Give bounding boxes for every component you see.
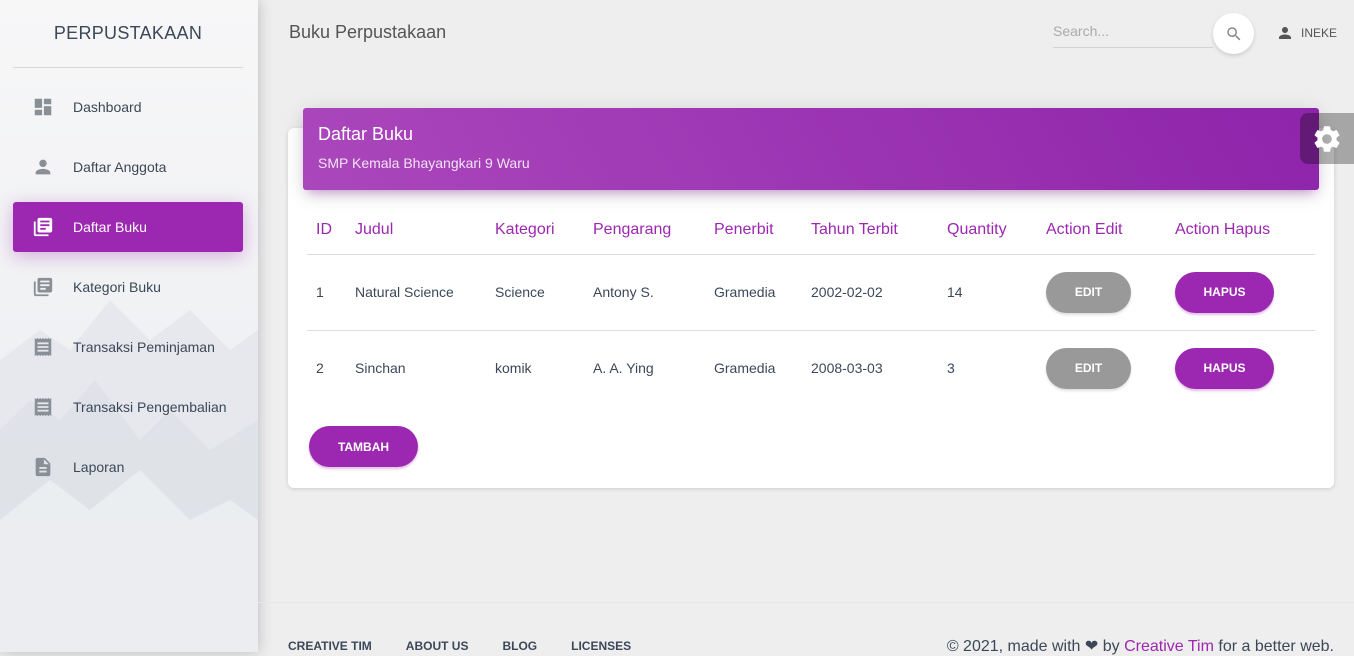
column-header: Action Edit [1037, 206, 1166, 255]
books-table: ID Judul Kategori Pengarang Penerbit Tah… [307, 206, 1315, 406]
footer: CREATIVE TIM ABOUT US BLOG LICENSES © 20… [258, 602, 1354, 655]
sidebar-item-kategori-buku[interactable]: Kategori Buku [13, 262, 243, 312]
person-icon [32, 156, 54, 178]
cell-judul: Natural Science [346, 254, 486, 331]
copyright-prefix: © 2021, made with [946, 638, 1081, 655]
copyright-suffix: for a better web. [1218, 638, 1334, 655]
cell-judul: Sinchan [355, 360, 406, 377]
cell-pengarang: Antony S. [584, 254, 705, 331]
cell-action-hapus: HAPUS [1166, 330, 1315, 406]
sidebar-item-daftar-anggota[interactable]: Daftar Anggota [13, 142, 243, 192]
edit-button[interactable]: EDIT [1046, 347, 1131, 389]
copyright-by: by [1102, 638, 1120, 655]
footer-link-blog[interactable]: BLOG [502, 639, 537, 653]
library-books-icon [32, 216, 54, 238]
cell-tahun-terbit: 2002-02-02 [802, 254, 938, 331]
footer-links: CREATIVE TIM ABOUT US BLOG LICENSES [288, 639, 665, 653]
footer-link-creative-tim[interactable]: CREATIVE TIM [288, 639, 372, 653]
sidebar-item-dashboard[interactable]: Dashboard [13, 82, 243, 132]
cell-pengarang: A. A. Ying [593, 360, 654, 377]
receipt-icon [32, 336, 54, 358]
search-button[interactable] [1213, 13, 1254, 54]
library-books-icon [32, 276, 54, 298]
dashboard-icon [32, 96, 54, 118]
tambah-button[interactable]: TAMBAH [309, 426, 418, 467]
sidebar-item-daftar-buku[interactable]: Daftar Buku [13, 202, 243, 252]
hapus-button[interactable]: HAPUS [1175, 271, 1274, 313]
receipt-icon [32, 396, 54, 418]
cell-penerbit: Gramedia [705, 254, 802, 331]
search-input[interactable] [1053, 18, 1213, 44]
sidebar-item-label: Daftar Buku [73, 219, 147, 235]
cell-id: 2 [316, 360, 324, 377]
sidebar-item-transaksi-pengembalian[interactable]: Transaksi Pengembalian [13, 382, 243, 432]
page-title[interactable]: Buku Perpustakaan [289, 22, 446, 43]
table-header-row: ID Judul Kategori Pengarang Penerbit Tah… [307, 206, 1315, 255]
column-header: Action Hapus [1166, 206, 1315, 255]
cell-kategori: komik [495, 360, 532, 377]
cell-quantity: 3 [947, 360, 955, 377]
sidebar-item-label: Daftar Anggota [73, 159, 167, 175]
card-title: Daftar Buku [318, 124, 414, 144]
edit-button[interactable]: EDIT [1046, 271, 1131, 313]
card-header: Daftar Buku SMP Kemala Bhayangkari 9 War… [303, 108, 1319, 190]
cell-penerbit: Gramedia [714, 360, 776, 377]
heart-icon: ❤ [1084, 638, 1099, 655]
sidebar-item-label: Transaksi Pengembalian [73, 399, 227, 415]
card-subtitle: SMP Kemala Bhayangkari 9 Waru [318, 155, 530, 171]
sidebar-item-label: Dashboard [73, 99, 142, 115]
sidebar-item-label: Laporan [73, 459, 125, 475]
cell-action-edit: EDIT [1037, 254, 1166, 331]
gear-icon [1314, 125, 1340, 152]
column-header: ID [307, 206, 346, 255]
footer-link-licenses[interactable]: LICENSES [571, 639, 631, 653]
column-header: Pengarang [584, 206, 705, 255]
cell-id: 1 [307, 254, 346, 331]
settings-plugin-button[interactable] [1300, 113, 1354, 164]
copyright: © 2021, made with ❤ by Creative Tim for … [947, 636, 1334, 656]
sidebar-item-laporan[interactable]: Laporan [13, 442, 243, 492]
sidebar-nav: Dashboard Daftar Anggota Daftar Buku Kat… [13, 82, 243, 502]
cell-kategori: Science [486, 254, 584, 331]
user-name: INEKE [1301, 26, 1338, 40]
sidebar-item-label: Transaksi Peminjaman [73, 339, 215, 355]
sidebar-brand[interactable]: PERPUSTAKAAN [13, 0, 243, 68]
search-field [1053, 18, 1213, 48]
table-row: 1 Natural Science Science Antony S. Gram… [307, 254, 1315, 331]
sidebar: PERPUSTAKAAN Dashboard Daftar Anggota Da… [0, 0, 258, 652]
hapus-button[interactable]: HAPUS [1175, 347, 1274, 389]
sidebar-item-transaksi-peminjaman[interactable]: Transaksi Peminjaman [13, 322, 243, 372]
person-icon [1279, 27, 1291, 39]
cell-tahun-terbit: 2008-03-03 [811, 360, 883, 377]
search-icon [1226, 26, 1240, 40]
cell-quantity: 14 [938, 254, 1037, 331]
footer-link-about-us[interactable]: ABOUT US [406, 639, 469, 653]
description-icon [32, 456, 54, 478]
column-header: Quantity [938, 206, 1037, 255]
user-menu[interactable]: INEKE [1276, 22, 1337, 44]
sidebar-item-label: Kategori Buku [73, 279, 161, 295]
cell-action-edit: EDIT [1037, 330, 1166, 406]
column-header: Penerbit [705, 206, 802, 255]
table-row: 2 Sinchan komik A. A. Ying Gramedia 2008… [307, 330, 1315, 406]
column-header: Kategori [486, 206, 584, 255]
creative-tim-link[interactable]: Creative Tim [1124, 638, 1214, 655]
cell-action-hapus: HAPUS [1166, 254, 1315, 331]
column-header: Judul [346, 206, 486, 255]
column-header: Tahun Terbit [802, 206, 938, 255]
